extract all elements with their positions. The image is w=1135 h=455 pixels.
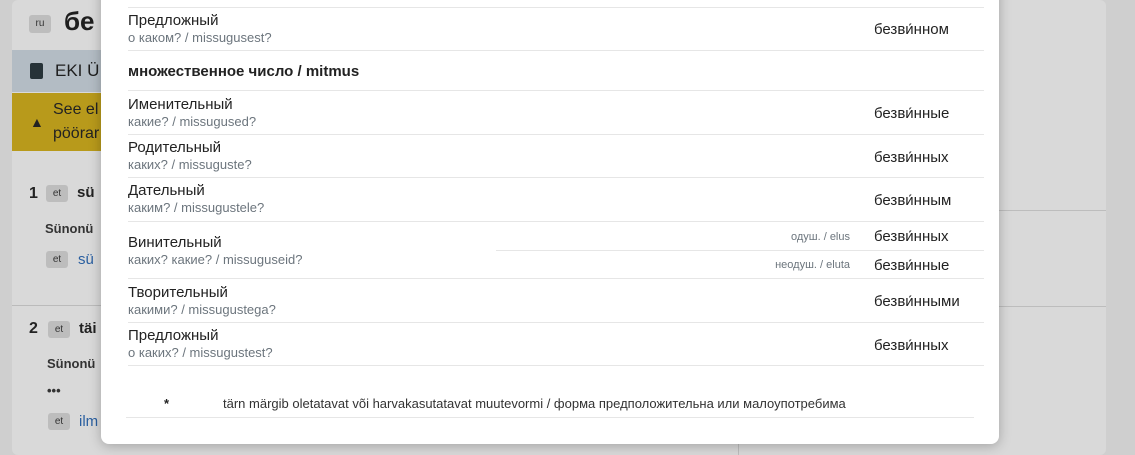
warning-icon: ▲: [30, 114, 44, 130]
plural-section-header: множественное число / mitmus: [128, 51, 984, 91]
table-row: Винительный каких? какие? / missuguseid?…: [128, 222, 984, 279]
table-row: Родительный каких? / missuguste? безви́н…: [128, 135, 984, 178]
case-question: какими? / missugustega?: [128, 302, 276, 317]
table-row: Предложный о каких? / missugustest? безв…: [128, 323, 984, 366]
footnote: * tärn märgib oletatavat või harvakasuta…: [126, 396, 974, 418]
case-form: безви́нных: [874, 228, 949, 245]
table-row-cut: [128, 0, 984, 8]
case-question: какие? / missugused?: [128, 114, 257, 129]
case-form: безви́нными: [874, 293, 960, 310]
divider: [998, 210, 1106, 211]
case-name: Предложный: [128, 327, 219, 344]
sense-text: täi: [79, 320, 97, 337]
warning-text-line2: pöörar: [53, 125, 100, 142]
case-name: Именительный: [128, 96, 233, 113]
asterisk-marker: *: [164, 396, 170, 411]
case-name: Родительный: [128, 139, 222, 156]
case-question: каких? какие? / missuguseid?: [128, 252, 303, 267]
case-form: безви́нных: [874, 149, 949, 166]
table-row: Именительный какие? / missugused? безви́…: [128, 91, 984, 135]
divider: [998, 306, 1106, 307]
more-icon[interactable]: •••: [47, 383, 61, 398]
sense-text: sü: [77, 184, 95, 201]
eki-panel-title: EKI Ü: [55, 61, 100, 80]
case-question: о каком? / missugusest?: [128, 30, 272, 45]
divider: [12, 305, 102, 306]
synonyms-label: Sünonü: [45, 221, 94, 236]
table-row: Творительный какими? / missugustega? без…: [128, 279, 984, 323]
case-name: Творительный: [128, 284, 228, 301]
sense-number: 1: [29, 185, 38, 202]
case-question: каким? / missugustele?: [128, 200, 265, 215]
sense-language-tag: et: [46, 185, 68, 202]
case-form: безви́нные: [874, 257, 950, 274]
case-question: каких? / missuguste?: [128, 157, 252, 172]
case-name: Дательный: [128, 182, 205, 199]
sense-number: 2: [29, 320, 38, 337]
table-row: Предложный о каком? / missugusest? безви…: [128, 8, 984, 51]
table-row: Дательный каким? / missugustele? безви́н…: [128, 178, 984, 222]
synonyms-label: Sünonü: [47, 356, 96, 371]
case-name: Винительный: [128, 234, 222, 251]
footnote-text: tärn märgib oletatavat või harvakasutata…: [223, 396, 846, 411]
animacy-label: одуш. / elus: [790, 231, 850, 243]
synonym-language-tag: et: [48, 413, 70, 430]
book-icon: [30, 63, 43, 79]
synonym-link[interactable]: ilm: [79, 413, 98, 430]
case-name: Предложный: [128, 12, 219, 29]
case-form: безви́нных: [874, 337, 949, 354]
animacy-label: неодуш. / eluta: [775, 259, 850, 271]
case-question: о каких? / missugustest?: [128, 345, 273, 360]
declension-modal: Предложный о каком? / missugusest? безви…: [101, 0, 999, 444]
plural-heading: множественное число / mitmus: [128, 63, 360, 80]
case-form: безви́нные: [874, 105, 950, 122]
sense-language-tag: et: [48, 321, 70, 338]
warning-text-line1: See el: [53, 101, 99, 118]
synonym-language-tag: et: [46, 251, 68, 268]
language-badge: ru: [29, 15, 51, 33]
headword: бе: [64, 6, 95, 36]
case-form: безви́нном: [874, 21, 949, 38]
synonym-link[interactable]: sü: [78, 251, 94, 268]
sub-row-divider: [496, 250, 984, 251]
case-form: безви́нным: [874, 192, 952, 209]
